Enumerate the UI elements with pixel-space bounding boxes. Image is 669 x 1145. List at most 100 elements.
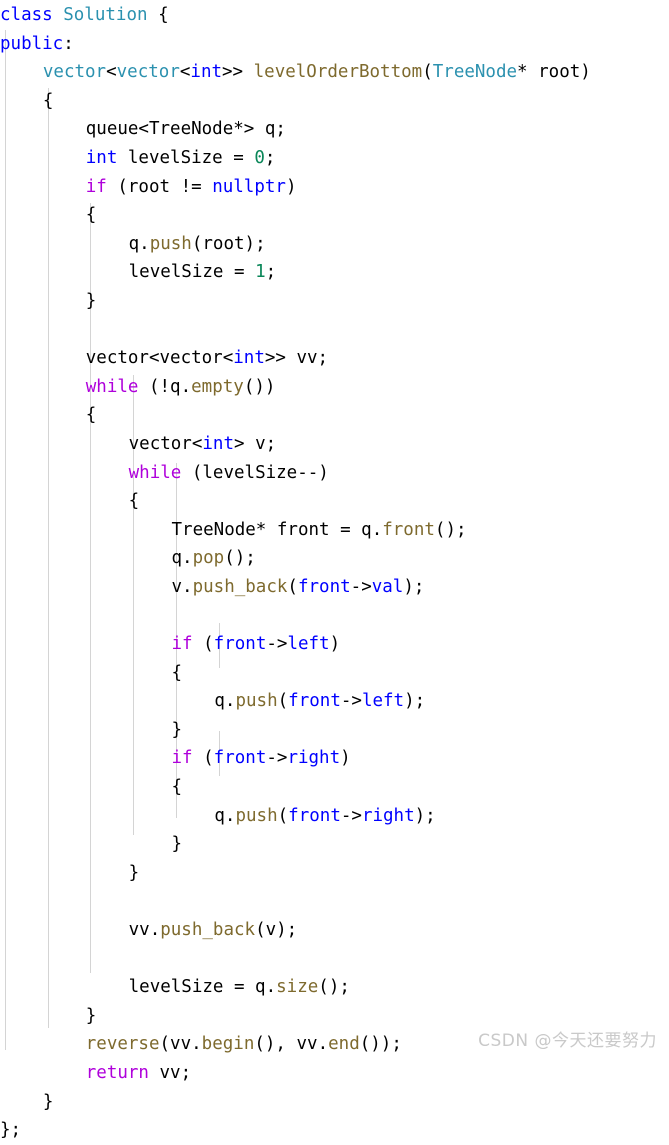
code-token-member: front (213, 634, 267, 655)
code-token-key: int (233, 348, 265, 369)
code-token-plain: { (147, 5, 169, 25)
code-token-func: push (149, 233, 192, 254)
code-line[interactable]: q.pop(); (0, 544, 669, 573)
code-token-plain: { (85, 205, 97, 226)
code-lines-container[interactable]: class Solution {public: vector<vector<int… (0, 0, 669, 1145)
code-token-func: pop (192, 548, 225, 569)
code-token-plain: ) (340, 748, 351, 769)
code-line[interactable]: } (0, 859, 669, 888)
code-token-plain: > v; (234, 433, 277, 454)
code-token-key: int (202, 433, 234, 454)
code-token-func: front (382, 519, 435, 540)
code-line[interactable] (0, 316, 669, 345)
code-token-plain: q. (214, 805, 236, 826)
code-line[interactable]: if (root != nullptr) (0, 173, 669, 202)
code-token-plain: levelSize = (117, 147, 255, 168)
code-token-plain: >> (222, 62, 254, 83)
code-token-plain: q. (128, 233, 150, 254)
code-token-plain: (); (318, 977, 350, 998)
code-token-func: levelOrderBottom (253, 62, 423, 83)
code-line[interactable]: class Solution { (0, 1, 669, 30)
code-line[interactable]: vv.push_back(v); (0, 916, 669, 945)
code-line[interactable]: public: (0, 30, 669, 59)
code-line[interactable]: q.push(front->right); (0, 802, 669, 831)
code-token-plain: { (171, 662, 183, 683)
code-line[interactable]: while (levelSize--) (0, 459, 669, 488)
code-line[interactable]: levelSize = q.size(); (0, 973, 669, 1002)
code-line[interactable]: while (!q.empty()) (0, 373, 669, 402)
code-token-plain: (vv. (159, 1034, 202, 1055)
code-line[interactable]: v.push_back(front->val); (0, 573, 669, 602)
code-line[interactable]: vector<int> v; (0, 430, 669, 459)
code-token-plain: -> (340, 691, 362, 712)
code-token-member: right (361, 805, 415, 826)
code-token-member: right (287, 748, 341, 769)
code-token-plain: ( (287, 576, 298, 597)
code-token-func: end (328, 1034, 360, 1055)
code-token-plain: { (85, 405, 97, 426)
code-token-ctrl: while (128, 462, 182, 483)
code-token-plain: < (106, 62, 117, 83)
code-token-plain: } (85, 290, 97, 311)
code-token-key: nullptr (212, 176, 286, 197)
code-line[interactable]: }; (0, 1116, 669, 1145)
code-line[interactable]: if (front->left) (0, 630, 669, 659)
code-token-plain: ); (414, 805, 436, 826)
code-line[interactable]: int levelSize = 0; (0, 144, 669, 173)
code-token-member: front (213, 748, 267, 769)
code-line[interactable]: { (0, 87, 669, 116)
code-token-plain: { (128, 491, 140, 512)
code-token-member: val (371, 576, 404, 597)
code-token-plain: ( (192, 634, 214, 655)
code-line[interactable] (0, 945, 669, 974)
code-token-func: empty (191, 376, 244, 397)
code-line[interactable]: } (0, 1088, 669, 1117)
code-token-ctrl: if (171, 634, 193, 655)
code-token-ctrl: while (85, 376, 139, 397)
code-line[interactable]: queue<TreeNode*> q; (0, 115, 669, 144)
code-token-plain: (v); (255, 920, 298, 940)
code-line[interactable]: TreeNode* front = q.front(); (0, 516, 669, 545)
code-token-num: 1 (255, 262, 266, 283)
code-line[interactable]: return vv; (0, 1059, 669, 1088)
code-token-ctrl: if (85, 176, 107, 197)
code-token-key: public (0, 33, 64, 54)
code-token-plain: ()) (243, 376, 276, 397)
code-line[interactable]: } (0, 287, 669, 316)
code-token-plain: { (171, 777, 183, 798)
code-token-plain: -> (340, 805, 362, 826)
code-line[interactable]: { (0, 659, 669, 688)
code-token-member: front (297, 576, 351, 597)
code-token-plain: -> (266, 634, 288, 655)
code-token-plain: (); (434, 519, 467, 540)
code-line[interactable] (0, 887, 669, 916)
code-line[interactable]: if (front->right) (0, 744, 669, 773)
code-line[interactable]: vector<vector<int>> vv; (0, 344, 669, 373)
code-token-plain: levelSize = (128, 262, 256, 283)
code-token-ctrl: return (85, 1062, 149, 1083)
code-line[interactable]: q.push(front->left); (0, 687, 669, 716)
code-token-key: int (190, 62, 223, 83)
code-token-type: vector (42, 62, 107, 83)
code-token-type: vector (116, 62, 180, 83)
code-token-plain: ( (277, 691, 289, 712)
code-line[interactable]: vector<vector<int>> levelOrderBottom(Tre… (0, 58, 669, 87)
code-line[interactable]: } (0, 830, 669, 859)
code-editor[interactable]: class Solution {public: vector<vector<int… (0, 0, 669, 1140)
code-line[interactable] (0, 601, 669, 630)
code-line[interactable]: } (0, 716, 669, 745)
code-token-plain: ; (264, 147, 276, 168)
code-line[interactable]: { (0, 487, 669, 516)
code-token-plain: (root); (191, 233, 266, 254)
code-token-func: push_back (192, 576, 288, 597)
code-line[interactable]: q.push(root); (0, 230, 669, 259)
code-line[interactable]: { (0, 773, 669, 802)
code-line[interactable]: levelSize = 1; (0, 258, 669, 287)
code-token-plain: vv; (148, 1062, 192, 1083)
code-line[interactable]: { (0, 201, 669, 230)
code-token-plain: ( (422, 62, 433, 83)
code-token-plain: ) (285, 176, 297, 197)
code-token-key: int (85, 147, 118, 168)
code-line[interactable]: { (0, 401, 669, 430)
